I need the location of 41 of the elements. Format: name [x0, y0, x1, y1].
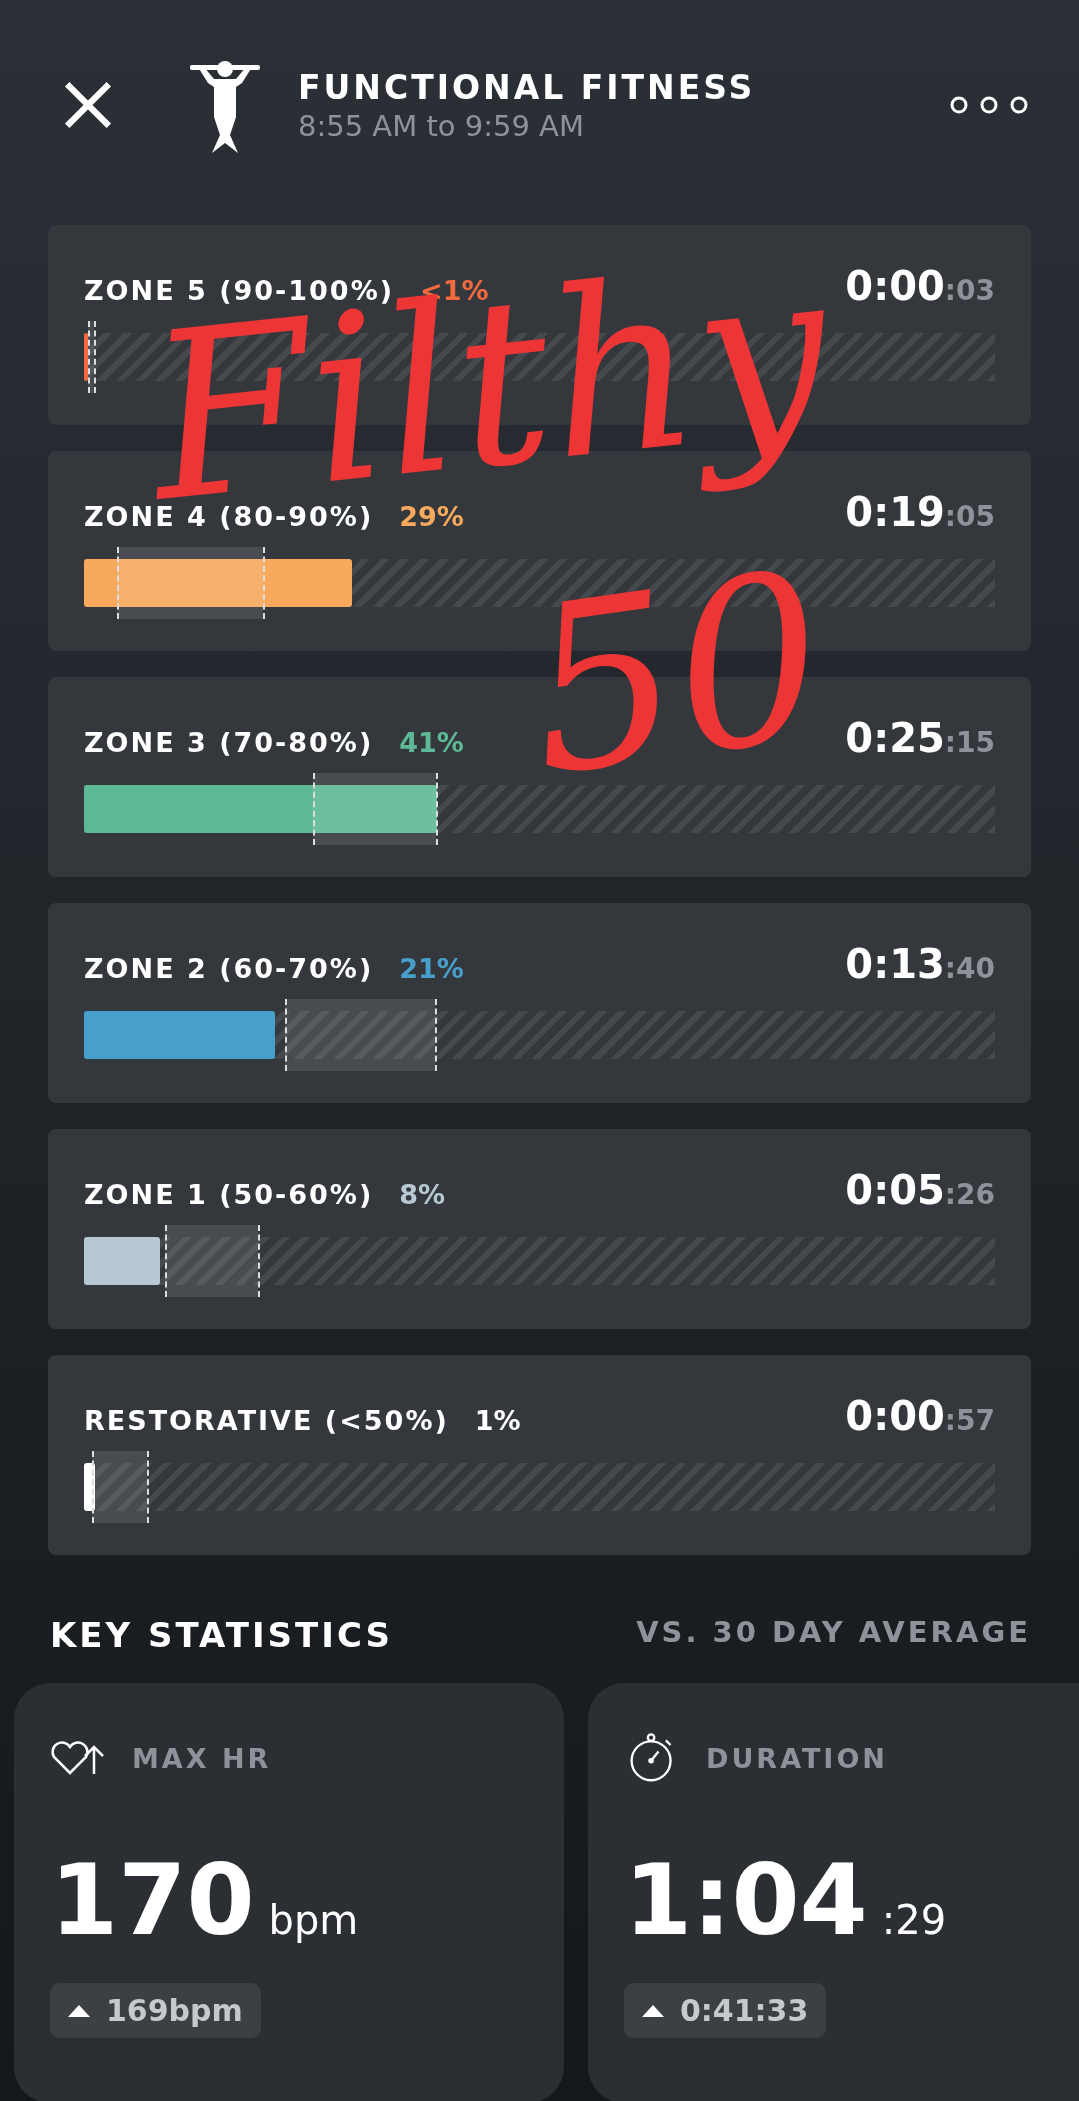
- stat-unit: :29: [881, 1897, 947, 1943]
- zone-time: 0:05: [845, 1167, 945, 1213]
- zone-time: 0:00: [845, 1393, 945, 1439]
- zone-time-seconds: :15: [944, 726, 995, 759]
- stat-label: DURATION: [706, 1742, 888, 1774]
- zone-label: RESTORATIVE (<50%): [84, 1405, 449, 1436]
- zone-time-seconds: :05: [944, 500, 995, 533]
- more-options-icon[interactable]: [949, 95, 1029, 115]
- stat-unit: bpm: [268, 1897, 359, 1943]
- zone-time-seconds: :26: [944, 1178, 995, 1211]
- change-value: 0:41:33: [680, 1993, 809, 2028]
- zone-percent: 1%: [474, 1405, 521, 1436]
- zone-time: 0:19: [845, 489, 945, 535]
- zone-time: 0:13: [845, 941, 945, 987]
- section-title: KEY STATISTICS: [50, 1615, 393, 1655]
- stat-value: 170: [50, 1843, 255, 1957]
- zone-time-seconds: :03: [944, 274, 995, 307]
- zone-percent: 41%: [399, 727, 464, 758]
- up-triangle-icon: [642, 2004, 664, 2017]
- comparison-label: VS. 30 DAY AVERAGE: [636, 1615, 1031, 1651]
- zone-time: 0:25: [845, 715, 945, 761]
- handwritten-number: 50: [515, 540, 838, 810]
- stat-value: 1:04: [624, 1843, 868, 1957]
- average-range-band: [92, 1451, 147, 1523]
- zone-label: ZONE 1 (50-60%): [84, 1179, 374, 1210]
- zone-percent: 29%: [399, 501, 464, 532]
- zone-time-seconds: :40: [944, 952, 995, 985]
- average-range-band: [87, 321, 94, 393]
- zone-time-seconds: :57: [944, 1404, 995, 1437]
- up-triangle-icon: [68, 2004, 90, 2017]
- change-value: 169bpm: [106, 1993, 243, 2028]
- stat-label: MAX HR: [132, 1742, 272, 1774]
- close-icon[interactable]: [62, 79, 114, 131]
- workout-title: FUNCTIONAL FITNESS: [298, 67, 757, 107]
- zone-percent: 8%: [399, 1179, 446, 1210]
- zone-label: ZONE 3 (70-80%): [84, 727, 374, 758]
- workout-time-range: 8:55 AM to 9:59 AM: [298, 108, 585, 143]
- zone-label: ZONE 2 (60-70%): [84, 953, 374, 984]
- zone-percent: 21%: [399, 953, 464, 984]
- zone-label: ZONE 4 (80-90%): [84, 501, 374, 532]
- zone-time: 0:00: [845, 263, 945, 309]
